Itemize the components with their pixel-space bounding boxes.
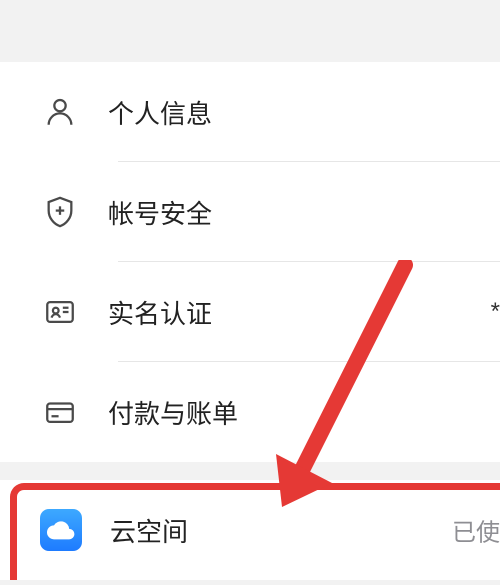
list-item-label: 帐号安全 [108, 194, 212, 231]
list-item-cloud[interactable]: 云空间 已使 [0, 480, 500, 580]
shield-plus-icon [40, 192, 80, 232]
list-item-security[interactable]: 帐号安全 [0, 162, 500, 262]
cloud-icon [40, 509, 82, 551]
list-item-label: 云空间 [110, 512, 188, 549]
list-item-label: 实名认证 [108, 294, 212, 331]
list-item-payment[interactable]: 付款与账单 [0, 362, 500, 462]
cloud-status-text: 已使 [452, 513, 500, 548]
list-item-right-text: * [491, 298, 500, 326]
list-item-label: 个人信息 [108, 94, 212, 131]
cloud-group: 云空间 已使 [0, 480, 500, 580]
list-item-label: 付款与账单 [108, 394, 238, 431]
settings-group: 个人信息 帐号安全 [0, 62, 500, 462]
person-icon [40, 92, 80, 132]
list-item-profile[interactable]: 个人信息 [0, 62, 500, 162]
card-icon [40, 392, 80, 432]
id-card-icon [40, 292, 80, 332]
list-item-verification[interactable]: 实名认证 * [0, 262, 500, 362]
